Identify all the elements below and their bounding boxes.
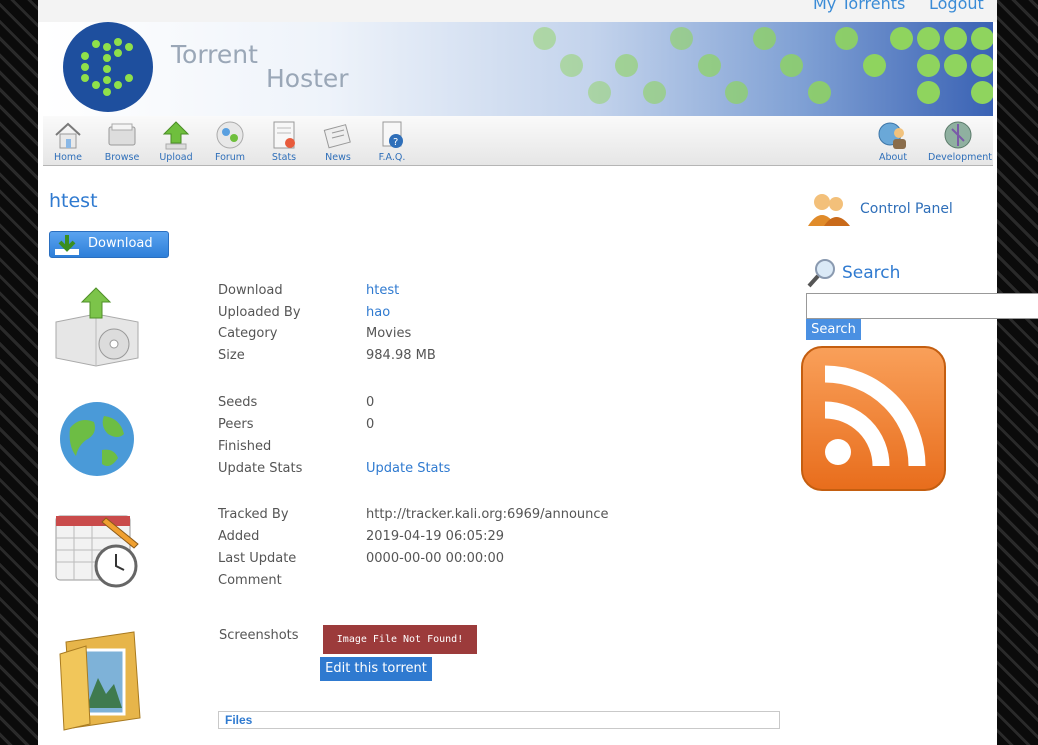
stat-label: Seeds — [218, 395, 258, 410]
nav-about-label: About — [878, 152, 908, 163]
uploader-link[interactable]: hao — [366, 305, 390, 320]
svg-text:?: ? — [393, 137, 398, 148]
edit-torrent-button[interactable]: Edit this torrent — [320, 657, 432, 681]
logo-icon — [63, 22, 153, 112]
nav-news[interactable]: News — [314, 116, 362, 164]
nav-development[interactable]: Development — [928, 116, 992, 164]
files-label: Files — [225, 713, 253, 727]
search-button[interactable]: Search — [806, 319, 861, 340]
download-button-label: Download — [88, 236, 153, 251]
control-panel-link[interactable]: Control Panel — [806, 190, 976, 230]
package-cd-icon — [55, 287, 139, 367]
page-title: htest — [49, 190, 98, 212]
tracking-label: Added — [218, 529, 260, 544]
size-value: 984.98 MB — [366, 348, 436, 363]
users-icon — [808, 194, 850, 226]
stats-icon — [268, 119, 300, 151]
nav-browse-label: Browse — [104, 152, 140, 163]
tracking-label: Tracked By — [218, 507, 289, 522]
tracking-label: Last Update — [218, 551, 297, 566]
nav-home-label: Home — [53, 152, 83, 163]
forum-icon — [214, 119, 246, 151]
detail-label: Size — [218, 348, 245, 363]
added-value: 2019-04-19 06:05:29 — [366, 529, 505, 544]
nav-faq-label: F.A.Q. — [378, 152, 406, 163]
download-button[interactable]: Download — [49, 231, 169, 258]
peers-value: 0 — [366, 417, 375, 432]
my-torrents-link[interactable]: My Torrents — [813, 0, 905, 13]
detail-label: Download — [218, 283, 283, 298]
stat-label: Update Stats — [218, 461, 303, 476]
detail-label: Category — [218, 326, 278, 341]
nav-browse[interactable]: Browse — [98, 116, 146, 164]
search-heading-label: Search — [842, 263, 901, 283]
detail-label: Uploaded By — [218, 305, 301, 320]
upload-icon — [160, 119, 192, 151]
download-link[interactable]: htest — [366, 283, 399, 298]
nav-development-label: Development — [928, 152, 992, 163]
page: My Torrents Logout Torrent Hoster Home B… — [38, 0, 1038, 745]
search-heading: Search — [806, 257, 926, 289]
nav-faq[interactable]: ? F.A.Q. — [368, 116, 416, 164]
banner: Torrent Hoster — [43, 22, 993, 116]
nav-upload-label: Upload — [159, 152, 193, 163]
nav-forum-label: Forum — [214, 152, 246, 163]
stat-label: Finished — [218, 439, 272, 454]
seeds-value: 0 — [366, 395, 375, 410]
nav-home[interactable]: Home — [44, 116, 92, 164]
nav-stats[interactable]: Stats — [260, 116, 308, 164]
magnifier-icon — [807, 259, 835, 288]
logout-link[interactable]: Logout — [929, 0, 984, 13]
tracker-url-value: http://tracker.kali.org:6969/announce — [366, 507, 609, 522]
about-icon — [877, 119, 909, 151]
category-value: Movies — [366, 326, 412, 341]
rss-icon[interactable] — [801, 346, 946, 491]
last-update-value: 0000-00-00 00:00:00 — [366, 551, 505, 566]
nav-forum[interactable]: Forum — [206, 116, 254, 164]
news-icon — [322, 119, 354, 151]
nav-news-label: News — [325, 152, 351, 163]
nav-stats-label: Stats — [271, 152, 297, 163]
stat-label: Peers — [218, 417, 254, 432]
calendar-clock-icon — [55, 515, 139, 588]
nav-about[interactable]: About — [869, 116, 917, 164]
logo-word-torrent: Torrent — [171, 40, 258, 69]
update-stats-link[interactable]: Update Stats — [366, 461, 450, 476]
search-input[interactable] — [806, 293, 1038, 319]
tracking-label: Comment — [218, 573, 282, 588]
screenshot-image-placeholder[interactable]: Image File Not Found! — [323, 625, 477, 654]
nav-upload[interactable]: Upload — [152, 116, 200, 164]
development-icon — [942, 119, 974, 151]
top-bar: My Torrents Logout — [38, 0, 997, 22]
files-panel[interactable]: Files — [218, 711, 780, 729]
control-panel-label: Control Panel — [860, 201, 953, 217]
faq-icon: ? — [376, 119, 408, 151]
home-icon — [52, 119, 84, 151]
pictures-folder-icon — [59, 631, 141, 731]
globe-icon — [60, 402, 134, 476]
screenshots-label: Screenshots — [219, 628, 299, 643]
browse-icon — [106, 119, 138, 151]
download-icon — [55, 235, 79, 255]
main-nav: Home Browse Upload Forum Stats News ? F.… — [43, 116, 993, 166]
logo-word-hoster: Hoster — [266, 64, 349, 93]
